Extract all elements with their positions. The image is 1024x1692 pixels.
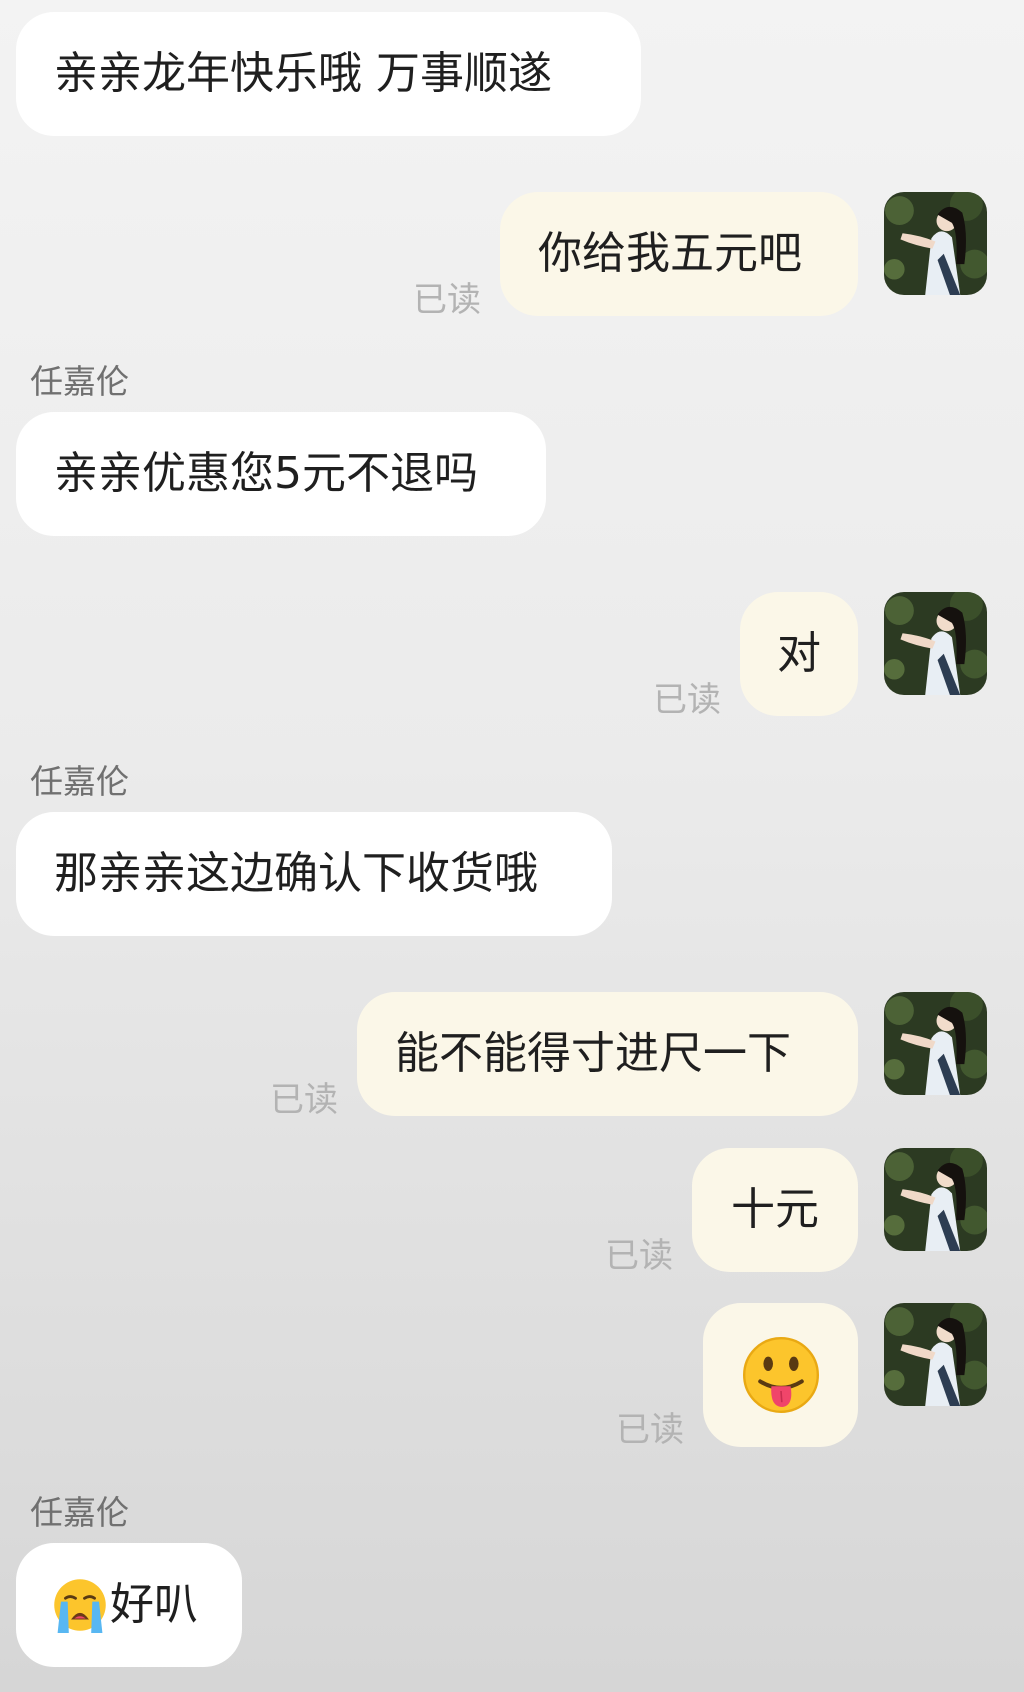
read-receipt: 已读 [605, 1236, 673, 1276]
message-text: 那亲亲这边确认下收货哦 [54, 848, 538, 899]
message-text: 十元 [731, 1184, 819, 1235]
sender-name: 任嘉伦 [30, 1493, 129, 1532]
message-text: 能不能得寸进尺一下 [395, 1028, 791, 1079]
message-text: 你给我五元吧 [538, 228, 802, 279]
outgoing-emoji-bubble[interactable] [703, 1303, 858, 1447]
user-avatar[interactable] [884, 1303, 987, 1406]
read-receipt: 已读 [270, 1080, 338, 1120]
read-receipt: 已读 [653, 680, 721, 720]
message-text: 好叭 [110, 1579, 198, 1630]
outgoing-message-bubble[interactable]: 你给我五元吧 [500, 192, 858, 316]
avatar-photo-icon [884, 192, 987, 295]
avatar-photo-icon [884, 1148, 987, 1251]
tongue-out-emoji-icon [741, 1335, 821, 1415]
avatar-photo-icon [884, 992, 987, 1095]
message-text: 对 [777, 628, 821, 679]
message-text: 亲亲优惠您5元不退吗 [54, 448, 478, 499]
incoming-message-bubble[interactable]: 亲亲优惠您5元不退吗 [16, 412, 546, 536]
user-avatar[interactable] [884, 992, 987, 1095]
incoming-message-bubble[interactable]: 那亲亲这边确认下收货哦 [16, 812, 612, 936]
loudly-crying-emoji-icon [52, 1577, 108, 1633]
avatar-photo-icon [884, 1303, 987, 1406]
outgoing-message-bubble[interactable]: 能不能得寸进尺一下 [357, 992, 858, 1116]
outgoing-message-bubble[interactable]: 十元 [692, 1148, 858, 1272]
user-avatar[interactable] [884, 192, 987, 295]
read-receipt: 已读 [616, 1410, 684, 1450]
message-text: 亲亲龙年快乐哦 万事顺遂 [54, 48, 552, 99]
incoming-message-bubble[interactable]: 亲亲龙年快乐哦 万事顺遂 [16, 12, 641, 136]
user-avatar[interactable] [884, 592, 987, 695]
outgoing-message-bubble[interactable]: 对 [740, 592, 858, 716]
read-receipt: 已读 [413, 280, 481, 320]
sender-name: 任嘉伦 [30, 362, 129, 401]
user-avatar[interactable] [884, 1148, 987, 1251]
sender-name: 任嘉伦 [30, 762, 129, 801]
chat-message-list[interactable]: 亲亲龙年快乐哦 万事顺遂 已读 你给我五元吧 任嘉伦 亲亲优惠您5元不退吗 已读… [0, 0, 1024, 1692]
incoming-message-bubble[interactable]: 好叭 [16, 1543, 242, 1667]
avatar-photo-icon [884, 592, 987, 695]
